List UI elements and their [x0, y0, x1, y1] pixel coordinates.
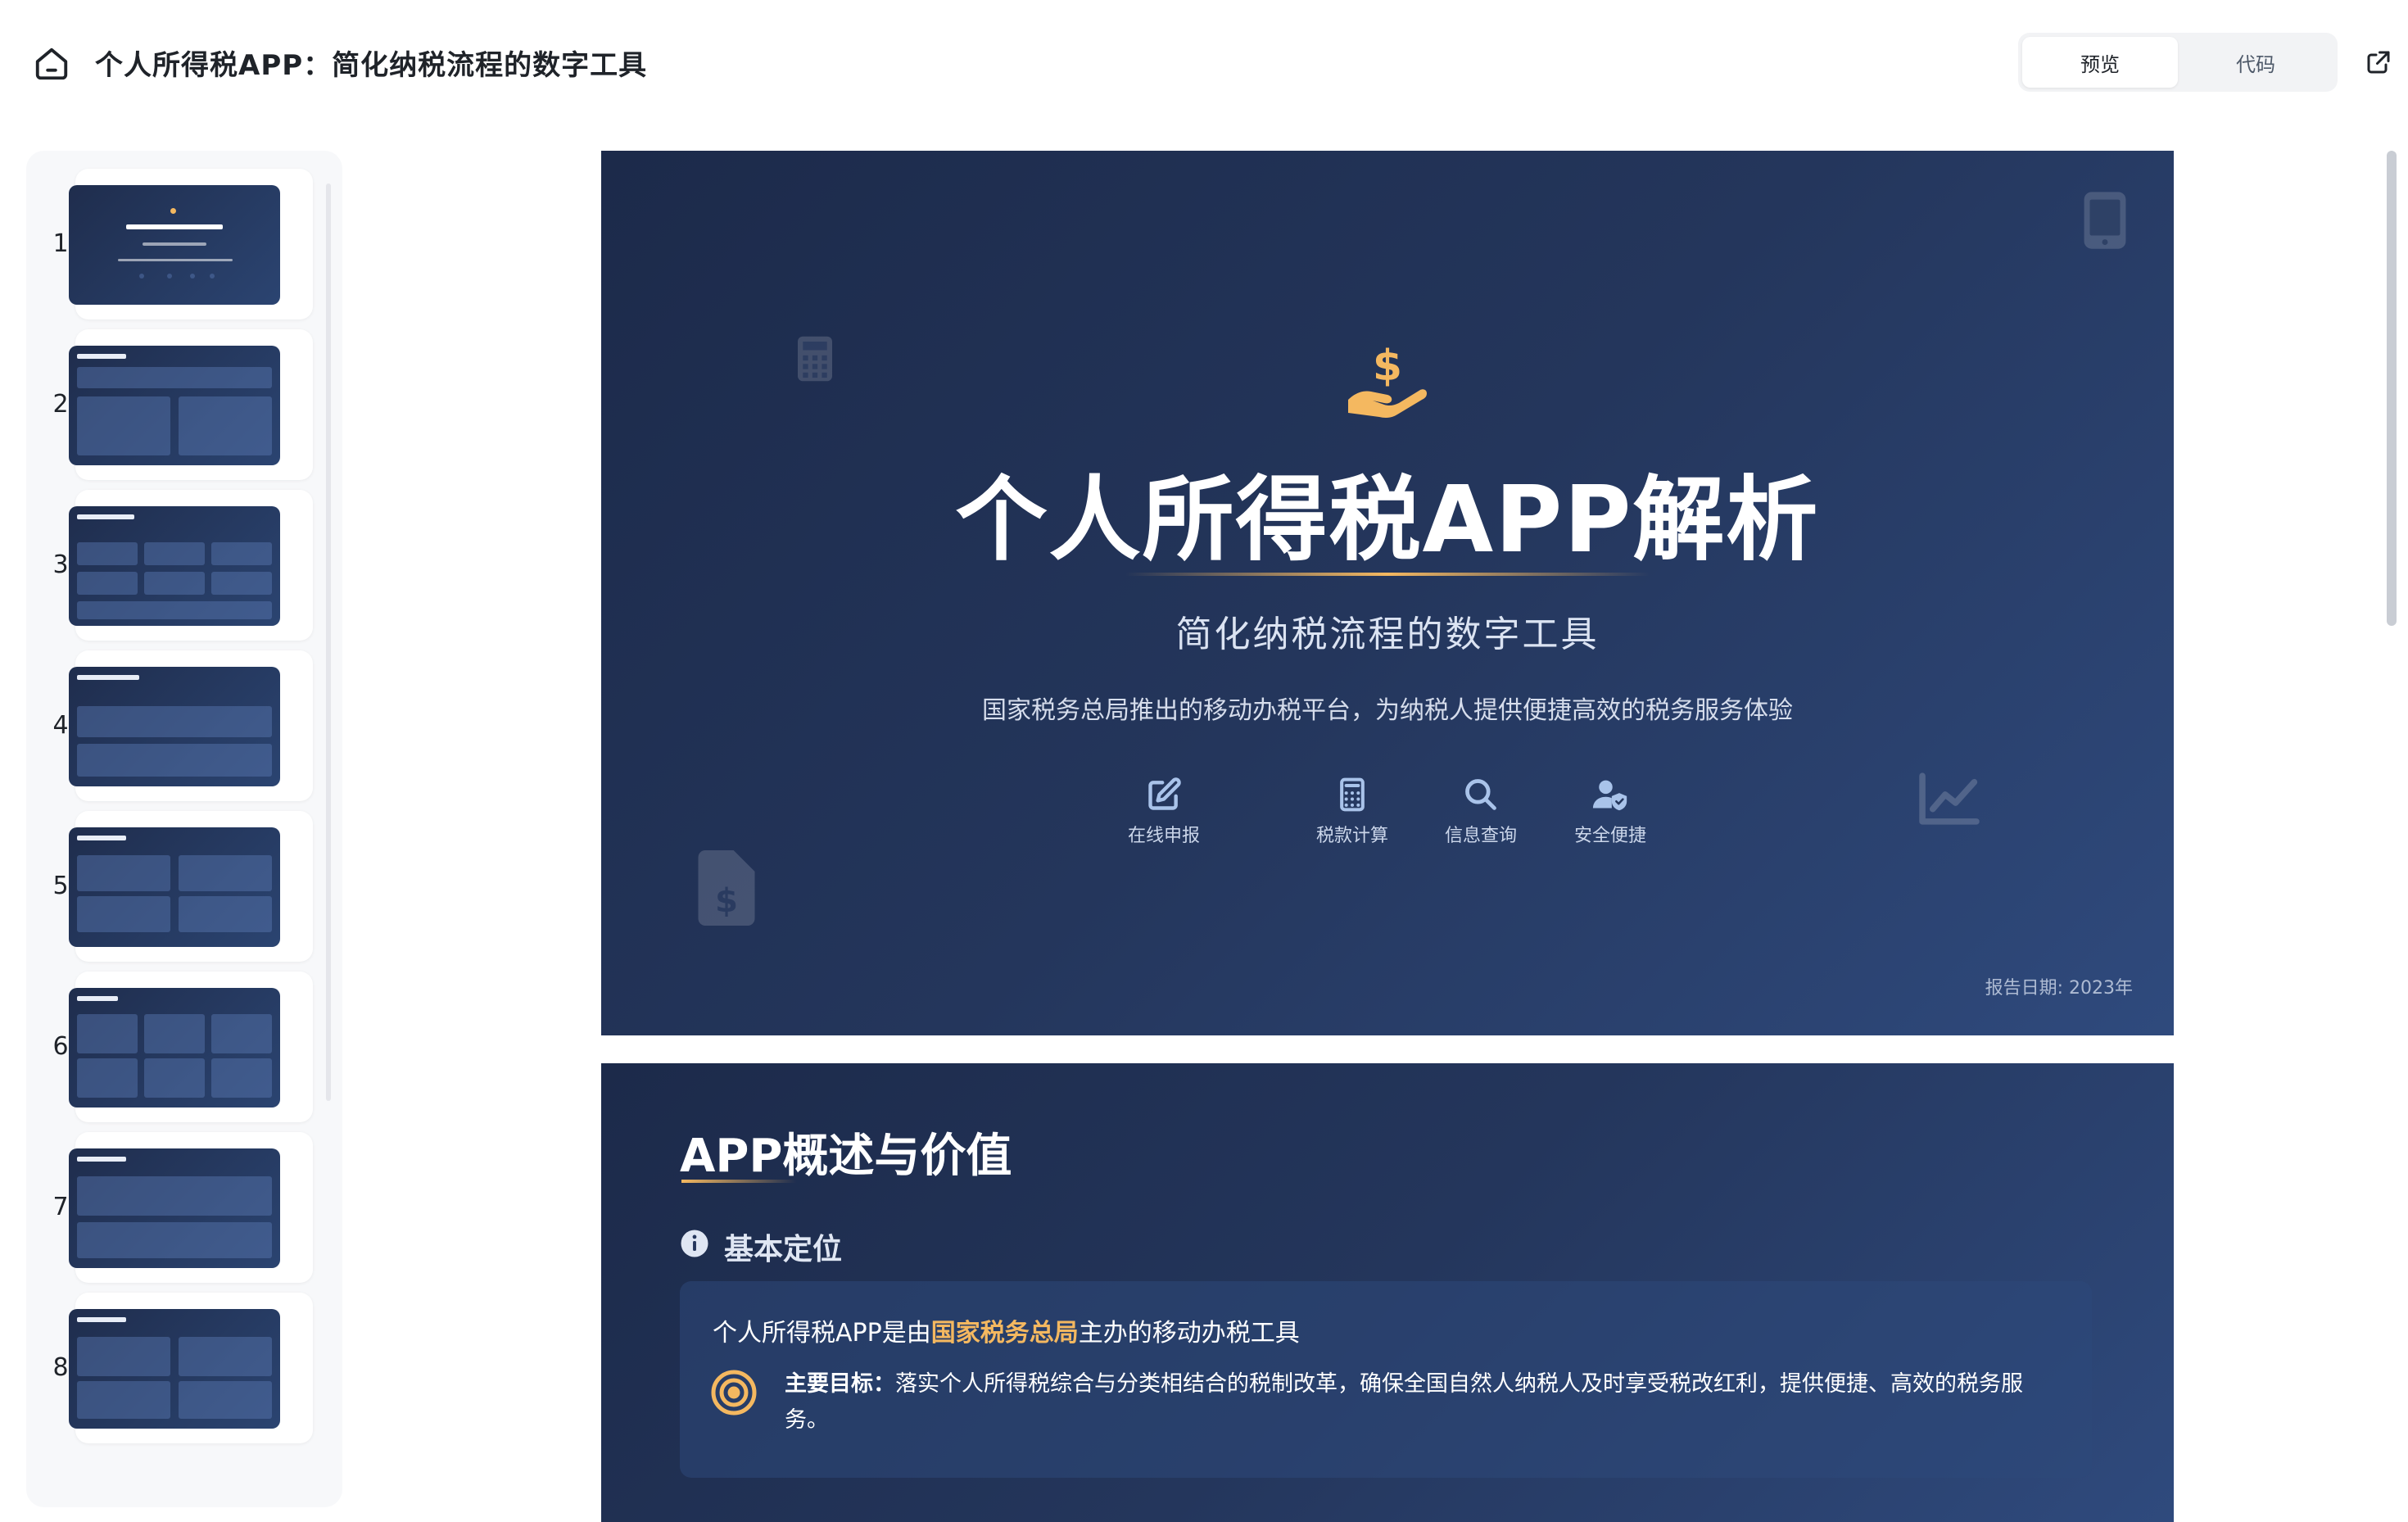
home-icon[interactable] — [33, 45, 70, 83]
slide-title: APP概述与价值 — [680, 1130, 1012, 1183]
canvas-scrollbar[interactable] — [2387, 151, 2397, 626]
page-title: 个人所得税APP：简化纳税流程的数字工具 — [95, 49, 648, 82]
target-icon — [711, 1370, 757, 1416]
statement-text: 主办的移动办税工具 — [1078, 1319, 1300, 1348]
slide-2-overview: APP概述与价值 基本定位 个人所得税APP是由国家税务总局主办的移动办税工具 … — [601, 1063, 2174, 1522]
report-date: 报告日期: 2023年 — [1985, 978, 2133, 999]
statement-text: 个人所得税APP是由 — [713, 1319, 931, 1348]
feature-label: 安全便捷 — [1573, 826, 1646, 846]
mobile-phone-icon — [2084, 192, 2126, 249]
feature-online-filing: 在线申报 — [1082, 777, 1246, 847]
slide-thumbnail-6[interactable]: 6 — [26, 972, 342, 1127]
thumbnail-preview — [69, 1309, 280, 1429]
user-shield-icon — [1592, 780, 1627, 811]
statement-highlight: 国家税务总局 — [930, 1319, 1079, 1348]
slide-thumbnail-2[interactable]: 2 — [26, 329, 342, 485]
title-divider — [1125, 573, 1650, 576]
thumbnail-preview — [69, 506, 280, 626]
positioning-card: 个人所得税APP是由国家税务总局主办的移动办税工具 主要目标：落实个人所得税综合… — [680, 1281, 2092, 1478]
title-underline — [681, 1180, 796, 1183]
slide-thumbnail-panel: 1 2 3 4 5 6 7 8 — [26, 151, 342, 1507]
slide-1-title: $ $ 个人所得税APP解析 简化纳税流程的数字工具 国家税务总局推出的移动办税… — [601, 151, 2174, 1035]
info-circle-icon — [681, 1230, 708, 1257]
calculator-icon — [1340, 777, 1365, 812]
slide-title: 个人所得税APP解析 — [955, 467, 1820, 573]
search-icon — [1465, 779, 1496, 810]
thumbnail-preview — [69, 1148, 280, 1268]
thumbnail-preview — [69, 988, 280, 1108]
section-heading: 基本定位 — [724, 1233, 843, 1266]
slide-subtitle: 简化纳税流程的数字工具 — [1175, 614, 1600, 655]
svg-text:$: $ — [715, 882, 738, 920]
thumbnail-preview — [69, 667, 280, 786]
edit-icon — [1148, 777, 1181, 810]
goal-label: 主要目标： — [785, 1371, 895, 1397]
goal-text: 落实个人所得税综合与分类相结合的税制改革，确保全国自然人纳税人及时享受税改红利，… — [785, 1371, 2023, 1433]
tab-preview[interactable]: 预览 — [2022, 37, 2178, 88]
thumbnail-preview — [69, 346, 280, 465]
slide-thumbnail-3[interactable]: 3 — [26, 490, 342, 645]
main-goal: 主要目标：落实个人所得税综合与分类相结合的税制改革，确保全国自然人纳税人及时享受… — [785, 1366, 2062, 1438]
slide-thumbnail-5[interactable]: 5 — [26, 811, 342, 967]
positioning-statement: 个人所得税APP是由国家税务总局主办的移动办税工具 — [713, 1312, 1300, 1348]
slide-thumbnail-1[interactable]: 1 — [26, 169, 342, 324]
top-bar: 个人所得税APP：简化纳税流程的数字工具 预览 代码 — [0, 0, 2408, 123]
external-link-icon[interactable] — [2364, 48, 2393, 77]
thumbnail-preview — [69, 827, 280, 947]
calculator-icon — [798, 336, 832, 382]
hand-holding-dollar-icon: $ — [1348, 342, 1427, 418]
slide-thumbnail-7[interactable]: 7 — [26, 1132, 342, 1288]
slide-thumbnail-4[interactable]: 4 — [26, 650, 342, 806]
invoice-dollar-icon: $ — [698, 850, 755, 926]
tab-code[interactable]: 代码 — [2178, 37, 2333, 88]
feature-label: 在线申报 — [1127, 826, 1200, 846]
slide-description: 国家税务总局推出的移动办税平台，为纳税人提供便捷高效的税务服务体验 — [982, 696, 1793, 725]
chart-line-icon — [1919, 772, 1980, 825]
thumbnail-preview — [69, 185, 280, 305]
feature-secure-convenient: 安全便捷 — [1528, 777, 1692, 847]
svg-text:$: $ — [1373, 342, 1402, 391]
slide-thumbnail-8[interactable]: 8 — [26, 1293, 342, 1448]
view-mode-toggle: 预览 代码 — [2018, 33, 2338, 92]
